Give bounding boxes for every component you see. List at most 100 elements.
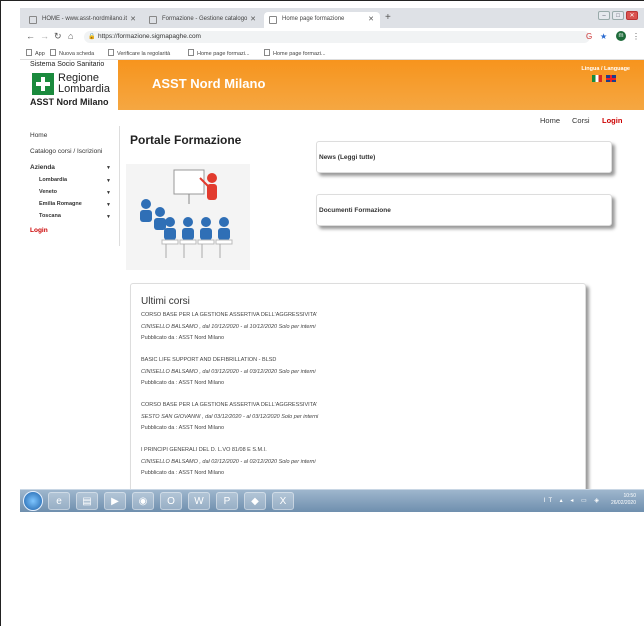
list-item[interactable]: CORSO BASE PER LA GESTIONE ASSERTIVA DEL… [141, 310, 317, 345]
system-clock[interactable]: 10:50 26/02/2020 [611, 493, 636, 507]
list-item[interactable]: BASIC LIFE SUPPORT AND DEFIBRILLATION - … [141, 355, 316, 390]
translate-icon[interactable]: G [586, 32, 592, 41]
desktop-screen: HOME - www.asst-nordmilano.it ✕ Formazio… [20, 8, 644, 512]
tab-label: HOME - www.asst-nordmilano.it [42, 16, 128, 22]
browser-toolbar: ← → ↻ ⌂ 🔒 https://formazione.sigmapaghe.… [20, 28, 644, 46]
menu-kebab-icon[interactable]: ⋮ [632, 32, 640, 41]
sidebar-item-login[interactable]: Login [30, 227, 48, 234]
list-item[interactable]: I PRINCIPI GENERALI DEL D. L.VO 81/08 E … [141, 445, 316, 480]
sidebar-item-home[interactable]: Home [30, 132, 47, 139]
caret-down-icon: ▼ [106, 190, 111, 196]
forward-arrow-icon[interactable]: → [40, 31, 49, 41]
uk-flag-icon[interactable] [606, 75, 616, 82]
sidebar-item-toscana[interactable]: Toscana [39, 213, 61, 219]
system-label: Sistema Socio Sanitario [30, 61, 105, 68]
documents-panel[interactable]: Documenti Formazione [316, 194, 612, 226]
close-icon[interactable]: ✕ [368, 15, 374, 23]
course-date: CINISELLO BALSAMO , dal 02/12/2020 - al … [141, 458, 316, 465]
training-class-image [140, 169, 233, 258]
course-name[interactable]: I PRINCIPI GENERALI DEL D. L.VO 81/08 E … [141, 445, 316, 457]
course-name[interactable]: BASIC LIFE SUPPORT AND DEFIBRILLATION - … [141, 355, 316, 367]
list-item[interactable]: CORSO BASE PER LA GESTIONE ASSERTIVA DEL… [141, 400, 318, 435]
caret-down-icon: ▼ [106, 214, 111, 220]
course-date: CINISELLO BALSAMO , dal 10/12/2020 - al … [141, 323, 316, 330]
topnav-login[interactable]: Login [602, 116, 622, 125]
home-icon[interactable]: ⌂ [68, 31, 73, 41]
region-name-line2: Lombardia [58, 83, 110, 95]
bookmark-home-formazione-1[interactable]: Home page formazi... [188, 49, 250, 57]
bookmark-apps[interactable]: App [26, 49, 45, 57]
page-icon [269, 16, 277, 24]
bookmark-icon [108, 49, 114, 56]
favicon-icon [29, 16, 37, 24]
classroom-illustration [126, 164, 250, 270]
sidebar-item-lombardia[interactable]: Lombardia [39, 177, 67, 183]
sidebar: Home Catalogo corsi / Iscrizioni Azienda… [20, 126, 120, 246]
latest-courses-panel: Ultimi corsi CORSO BASE PER LA GESTIONE … [130, 283, 586, 512]
outlook-icon[interactable]: O [160, 492, 182, 510]
page-icon [50, 49, 56, 56]
bookmark-home-formazione-2[interactable]: Home page formazi... [264, 49, 326, 57]
windows-start-icon[interactable] [23, 491, 43, 511]
word-icon[interactable]: W [188, 492, 210, 510]
powerpoint-icon[interactable]: P [216, 492, 238, 510]
italian-flag-icon[interactable] [592, 75, 602, 82]
tab-formazione-catalogo[interactable]: Formazione - Gestione catalogo ✕ [144, 12, 262, 28]
language-label: Lingua / Language [581, 66, 630, 72]
reload-icon[interactable]: ↻ [54, 31, 62, 42]
sidebar-item-azienda[interactable]: Azienda [30, 164, 55, 171]
bookmark-nuova-scheda[interactable]: Nuova scheda [50, 49, 94, 57]
news-panel[interactable]: News (Leggi tutte) [316, 141, 612, 173]
profile-avatar[interactable]: m [616, 31, 626, 41]
caret-down-icon: ▼ [106, 178, 111, 184]
minimize-icon[interactable]: – [598, 11, 610, 20]
course-publisher: Pubblicato da : ASST Nord Milano [141, 425, 225, 431]
bookmark-verificare[interactable]: Verificare la regolarità [108, 49, 170, 57]
window-controls: – □ ✕ [598, 11, 638, 20]
tab-home-asst[interactable]: HOME - www.asst-nordmilano.it ✕ [24, 12, 142, 28]
tab-label: Home page formazione [282, 16, 345, 22]
media-player-icon[interactable]: ▶ [104, 492, 126, 510]
documents-link[interactable]: Documenti Formazione [319, 207, 391, 214]
bookmark-star-icon[interactable]: ★ [600, 32, 607, 41]
bookmarks-bar: App Nuova scheda Verificare la regolarit… [20, 46, 644, 60]
course-date: CINISELLO BALSAMO , dal 03/12/2020 - al … [141, 368, 316, 375]
app-icon[interactable]: ◆ [244, 492, 266, 510]
course-name[interactable]: CORSO BASE PER LA GESTIONE ASSERTIVA DEL… [141, 310, 317, 322]
page-title: Portale Formazione [130, 133, 242, 147]
courses-title: Ultimi corsi [141, 296, 190, 307]
sidebar-item-catalogo[interactable]: Catalogo corsi / Iscrizioni [30, 148, 102, 155]
topnav-home[interactable]: Home [540, 116, 560, 125]
close-icon[interactable]: ✕ [250, 15, 256, 23]
clock-time: 10:50 [623, 493, 636, 499]
sidebar-item-veneto[interactable]: Veneto [39, 189, 57, 195]
internet-explorer-icon[interactable]: e [48, 492, 70, 510]
tab-label: Formazione - Gestione catalogo [162, 16, 248, 22]
topnav-corsi[interactable]: Corsi [572, 116, 590, 125]
clock-date: 26/02/2020 [610, 500, 636, 506]
page-icon [264, 49, 270, 56]
system-tray-icons[interactable]: IT ▴ ◂ ▭ ◈ [544, 497, 602, 504]
sidebar-item-emilia-romagne[interactable]: Emilia Romagne [39, 201, 82, 207]
back-arrow-icon[interactable]: ← [26, 31, 35, 41]
apps-grid-icon [26, 49, 32, 56]
new-tab-plus-icon[interactable]: + [385, 12, 391, 23]
tab-home-page-formazione[interactable]: Home page formazione ✕ [264, 12, 380, 28]
language-flags [592, 75, 616, 82]
lombardia-cross-icon [32, 73, 54, 95]
address-bar[interactable]: 🔒 https://formazione.sigmapaghe.com [84, 31, 590, 43]
course-name[interactable]: CORSO BASE PER LA GESTIONE ASSERTIVA DEL… [141, 400, 318, 412]
window-close-icon[interactable]: ✕ [626, 11, 638, 20]
close-icon[interactable]: ✕ [130, 15, 136, 23]
folder-icon[interactable]: ▤ [76, 492, 98, 510]
news-link[interactable]: News (Leggi tutte) [319, 154, 375, 161]
regione-lombardia-logo[interactable]: Sistema Socio Sanitario Regione Lombardi… [20, 60, 118, 110]
chrome-icon[interactable]: ◉ [132, 492, 154, 510]
caret-down-icon: ▼ [106, 165, 111, 171]
windows-taskbar: e ▤ ▶ ◉ O W P ◆ X IT ▴ ◂ ▭ ◈ 10:50 26/02… [20, 489, 644, 512]
excel-icon[interactable]: X [272, 492, 294, 510]
lock-icon: 🔒 [88, 34, 96, 40]
maximize-icon[interactable]: □ [612, 11, 624, 20]
org-label: ASST Nord Milano [30, 97, 109, 107]
caret-down-icon: ▼ [106, 202, 111, 208]
